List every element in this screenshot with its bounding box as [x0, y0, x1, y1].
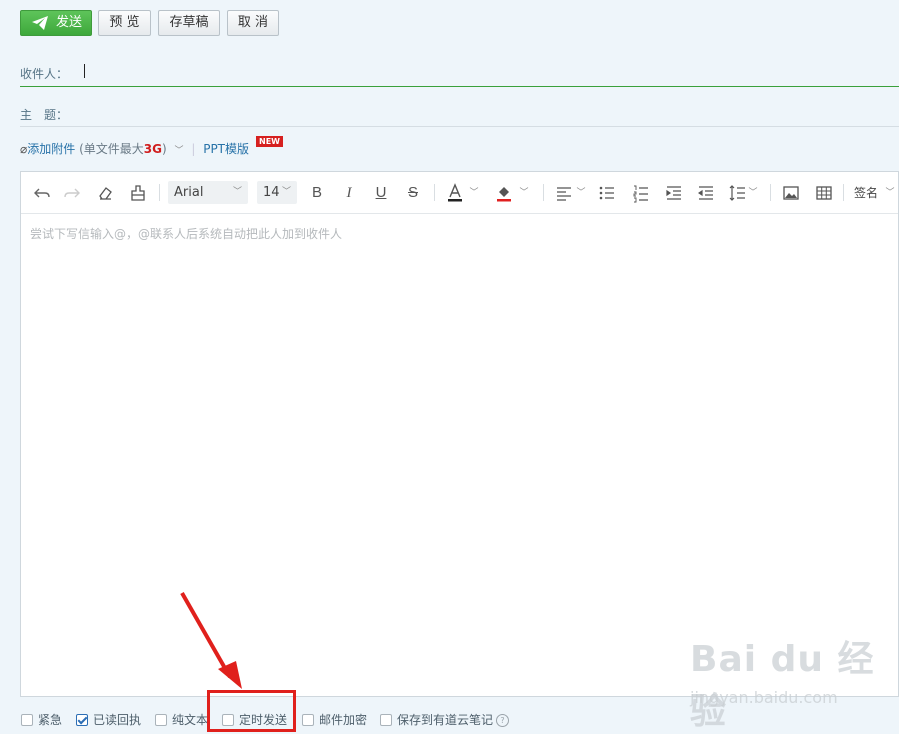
numbered-list-icon[interactable] [633, 183, 649, 203]
chevron-down-icon: ﹀ [281, 187, 291, 197]
option-read-receipt[interactable]: 已读回执 [76, 712, 141, 728]
read-receipt-checkbox[interactable] [76, 714, 88, 726]
toolbar-divider [843, 184, 844, 201]
toolbar-divider [770, 184, 771, 201]
attachment-limit: (单文件最大3G) [79, 142, 167, 156]
send-label: 发送 [56, 15, 83, 30]
option-urgent[interactable]: 紧急 [21, 712, 62, 728]
bold-icon[interactable]: B [309, 183, 325, 203]
chevron-down-icon[interactable]: ﹀ [519, 183, 529, 203]
to-underline [20, 86, 899, 87]
chevron-down-icon[interactable]: ﹀ [885, 183, 895, 203]
annotation-highlight-box [207, 690, 296, 732]
subject-underline [20, 126, 899, 127]
divider: | [191, 142, 196, 156]
highlight-color-icon[interactable] [495, 183, 513, 203]
add-attachment-link[interactable]: 添加附件 [27, 142, 75, 156]
toolbar-divider [543, 184, 544, 201]
image-icon[interactable] [783, 183, 799, 203]
subject-label: 主 题： [20, 108, 69, 122]
option-save-to-note[interactable]: 保存到有道云笔记? [380, 712, 510, 728]
italic-icon[interactable]: I [341, 183, 357, 203]
cancel-button[interactable]: 取 消 [227, 10, 279, 36]
option-encrypt[interactable]: 邮件加密 [302, 712, 367, 728]
send-button[interactable]: 发送 [20, 10, 92, 36]
font-size-select[interactable]: 14 ﹀ [257, 181, 297, 204]
ppt-template-link[interactable]: PPT模版 [203, 142, 249, 156]
to-input[interactable] [80, 58, 899, 84]
redo-icon[interactable] [63, 183, 81, 203]
new-badge: NEW [256, 136, 283, 147]
subject-input[interactable] [80, 100, 899, 124]
annotation-arrow [180, 592, 242, 689]
eraser-icon[interactable] [96, 183, 114, 203]
line-height-icon[interactable] [728, 183, 746, 203]
save-note-checkbox[interactable] [380, 714, 392, 726]
save-draft-button[interactable]: 存草稿 [158, 10, 220, 36]
font-family-select[interactable]: Arial ﹀ [168, 181, 248, 204]
text-caret [84, 64, 85, 78]
chevron-down-icon[interactable]: ﹀ [748, 183, 758, 203]
paper-plane-icon [32, 16, 48, 30]
toolbar-divider [434, 184, 435, 201]
signature-button[interactable]: 签名 [851, 183, 881, 203]
chevron-down-icon[interactable]: ﹀ [174, 146, 183, 156]
bullet-list-icon[interactable] [599, 183, 615, 203]
baidu-watermark: Bai du 经验 [690, 639, 875, 732]
urgent-checkbox[interactable] [21, 714, 33, 726]
editor-placeholder: 尝试下写信输入@，@联系人后系统自动把此人加到收件人 [30, 227, 343, 241]
option-plain-text[interactable]: 纯文本 [155, 712, 208, 728]
table-icon[interactable] [816, 183, 832, 203]
chevron-down-icon[interactable]: ﹀ [576, 183, 586, 203]
indent-icon[interactable] [666, 183, 682, 203]
editor-toolbar: Arial ﹀ 14 ﹀ B I U S ﹀ ﹀ ﹀ ﹀ 签名 ﹀ [21, 172, 898, 214]
toolbar-divider [159, 184, 160, 201]
format-painter-icon[interactable] [129, 183, 147, 203]
plain-text-checkbox[interactable] [155, 714, 167, 726]
strikethrough-icon[interactable]: S [405, 183, 421, 203]
help-icon[interactable]: ? [496, 714, 510, 727]
align-left-icon[interactable] [556, 183, 572, 203]
underline-icon[interactable]: U [373, 183, 389, 203]
outdent-icon[interactable] [698, 183, 714, 203]
preview-button[interactable]: 预 览 [98, 10, 151, 36]
font-color-icon[interactable] [447, 183, 463, 203]
chevron-down-icon: ﹀ [232, 187, 242, 197]
chevron-down-icon[interactable]: ﹀ [469, 183, 479, 203]
to-label: 收件人： [20, 67, 69, 81]
mail-editor[interactable]: Arial ﹀ 14 ﹀ B I U S ﹀ ﹀ ﹀ ﹀ 签名 ﹀ 尝试下写信输… [20, 171, 899, 697]
encrypt-checkbox[interactable] [302, 714, 314, 726]
baidu-watermark-url: jingyan.baidu.com [690, 688, 838, 707]
undo-icon[interactable] [33, 183, 51, 203]
attachment-row: ⌀添加附件 (单文件最大3G) ﹀ | PPT模版 [20, 140, 249, 158]
limit-value: 3G [143, 142, 162, 156]
